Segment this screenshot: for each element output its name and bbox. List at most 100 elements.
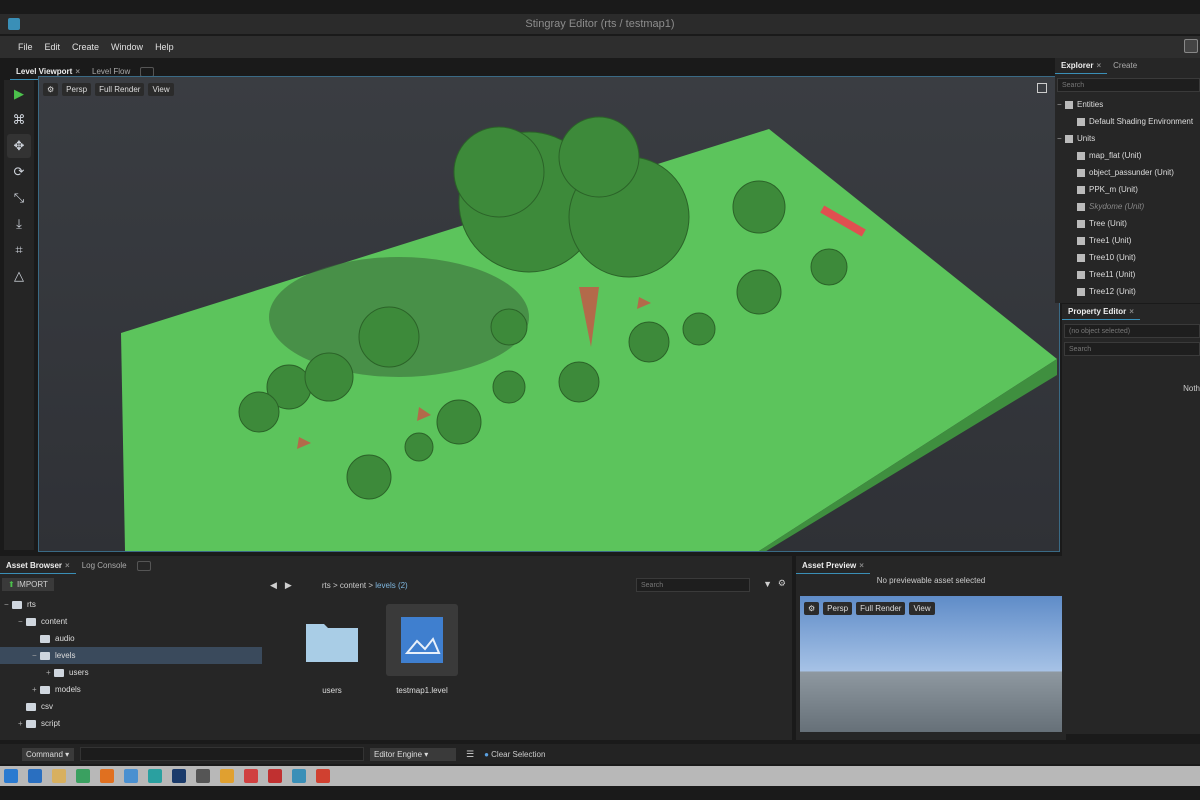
expand-toggle-icon[interactable]: + xyxy=(46,664,54,681)
folder-tree-item[interactable]: − rts xyxy=(0,596,262,613)
import-button[interactable]: ⬆ IMPORT xyxy=(2,578,54,591)
forward-arrow-icon[interactable]: ▶ xyxy=(285,580,292,591)
explorer-icon[interactable] xyxy=(52,769,66,783)
stingray-icon[interactable] xyxy=(292,769,306,783)
tree-unit[interactable]: PPK_m (Unit) xyxy=(1057,181,1200,198)
tree-unit[interactable]: Tree (Unit) xyxy=(1057,215,1200,232)
snap-tool-icon[interactable]: ⌗ xyxy=(7,238,31,262)
rotate-tool-icon[interactable]: ⟳ xyxy=(7,160,31,184)
preview-viewport[interactable]: ⚙ Persp Full Render View xyxy=(800,596,1062,732)
expand-toggle-icon[interactable]: + xyxy=(32,681,40,698)
gear-icon[interactable]: ⚙ xyxy=(804,602,820,615)
command-input[interactable] xyxy=(80,747,364,761)
property-search-input[interactable]: Search xyxy=(1064,342,1200,356)
filezilla-icon[interactable] xyxy=(268,769,282,783)
expand-toggle-icon[interactable]: + xyxy=(18,715,26,732)
command-dropdown[interactable]: Command ▾ xyxy=(22,747,74,761)
folder-tree-item[interactable]: + models xyxy=(0,681,262,698)
powerpoint-icon[interactable] xyxy=(316,769,330,783)
back-arrow-icon[interactable]: ◀ xyxy=(270,580,277,591)
full-render-button[interactable]: Full Render xyxy=(856,602,906,615)
list-icon[interactable]: ☰ xyxy=(466,749,474,760)
tree-entities[interactable]: − Entities xyxy=(1057,96,1200,113)
folder-tree-item[interactable]: csv xyxy=(0,698,262,715)
chrome-icon[interactable] xyxy=(220,769,234,783)
firefox-icon[interactable] xyxy=(100,769,114,783)
app-icon[interactable] xyxy=(148,769,162,783)
folder-icon xyxy=(40,634,50,643)
full-render-button[interactable]: Full Render xyxy=(95,83,145,96)
scale-tool-icon[interactable]: ⤡ xyxy=(7,186,31,210)
expand-toggle-icon[interactable]: − xyxy=(4,596,12,613)
view-button[interactable]: View xyxy=(148,83,174,96)
persp-button[interactable]: Persp xyxy=(823,602,853,615)
tree-units[interactable]: − Units xyxy=(1057,130,1200,147)
tree-unit[interactable]: Tree1 (Unit) xyxy=(1057,232,1200,249)
selected-object-field: (no object selected) xyxy=(1064,324,1200,338)
tab-create[interactable]: Create xyxy=(1107,58,1143,74)
folder-tree-item[interactable]: + script xyxy=(0,715,262,732)
expand-toggle-icon[interactable]: − xyxy=(32,647,40,664)
tab-property-editor[interactable]: Property Editor × xyxy=(1062,304,1140,320)
folder-tree-item[interactable]: + users xyxy=(0,664,262,681)
folder-tree-item[interactable]: audio xyxy=(0,630,262,647)
measure-tool-icon[interactable]: △ xyxy=(7,264,31,288)
gamepad-icon[interactable]: ⌘ xyxy=(7,108,31,132)
tree-unit[interactable]: Skydome (Unit) xyxy=(1057,198,1200,215)
photoshop-icon[interactable] xyxy=(172,769,186,783)
tree-unit[interactable]: Tree10 (Unit) xyxy=(1057,249,1200,266)
settings-gear-icon[interactable]: ⚙ xyxy=(778,578,786,589)
maximize-icon[interactable] xyxy=(1037,83,1047,93)
collapse-icon[interactable]: − xyxy=(1057,96,1065,113)
user-account-icon[interactable] xyxy=(1184,39,1198,53)
folder-tree-item[interactable]: − levels xyxy=(0,647,262,664)
engine-dropdown[interactable]: Editor Engine ▾ xyxy=(370,747,456,761)
menu-create[interactable]: Create xyxy=(66,36,105,58)
menu-file[interactable]: File xyxy=(12,36,39,58)
tree-unit[interactable]: Tree12 (Unit) xyxy=(1057,283,1200,300)
tree-entity[interactable]: Default Shading Environment xyxy=(1057,113,1200,130)
asset-item-users[interactable]: users xyxy=(296,604,368,695)
tab-asset-browser[interactable]: Asset Browser × xyxy=(0,558,76,574)
folder-tree-item[interactable]: − content xyxy=(0,613,262,630)
excel-icon[interactable] xyxy=(76,769,90,783)
expand-toggle-icon[interactable]: − xyxy=(18,613,26,630)
level-viewport[interactable]: ⚙ Persp Full Render View xyxy=(38,76,1060,552)
tree-unit[interactable]: Tree11 (Unit) xyxy=(1057,266,1200,283)
close-icon[interactable]: × xyxy=(1096,61,1101,70)
tab-asset-preview[interactable]: Asset Preview × xyxy=(796,558,870,574)
tree-unit[interactable]: object_passunder (Unit) xyxy=(1057,164,1200,181)
collapse-icon[interactable]: − xyxy=(1057,130,1065,147)
filter-icon[interactable]: ▼ xyxy=(763,579,772,589)
tab-explorer[interactable]: Explorer × xyxy=(1055,58,1108,74)
gear-icon[interactable]: ⚙ xyxy=(43,83,59,96)
play-icon[interactable]: ▶ xyxy=(7,82,31,106)
breadcrumb-item[interactable]: content xyxy=(340,581,366,590)
menu-window[interactable]: Window xyxy=(105,36,149,58)
tree-unit[interactable]: map_flat (Unit) xyxy=(1057,147,1200,164)
ie-icon[interactable] xyxy=(28,769,42,783)
menu-edit[interactable]: Edit xyxy=(39,36,67,58)
bush xyxy=(558,361,600,403)
close-icon[interactable]: × xyxy=(75,67,80,76)
close-icon[interactable]: × xyxy=(1129,307,1134,316)
menu-help[interactable]: Help xyxy=(149,36,180,58)
explorer-search-input[interactable]: Search xyxy=(1057,78,1200,92)
app-icon[interactable] xyxy=(196,769,210,783)
view-button[interactable]: View xyxy=(909,602,935,615)
asset-item-testmap1[interactable]: testmap1.level xyxy=(386,604,458,695)
tab-log-console[interactable]: Log Console xyxy=(76,558,133,574)
persp-button[interactable]: Persp xyxy=(62,83,92,96)
start-icon[interactable] xyxy=(4,769,18,783)
close-icon[interactable]: × xyxy=(65,561,70,570)
clear-selection-button[interactable]: ● Clear Selection xyxy=(484,750,545,759)
move-tool-icon[interactable]: ✥ xyxy=(7,134,31,158)
new-tab-button[interactable] xyxy=(136,561,151,571)
place-tool-icon[interactable]: ⤓ xyxy=(7,212,31,236)
property-editor-panel: Property Editor × (no object selected) Se… xyxy=(1062,304,1200,734)
asset-search-input[interactable]: Search xyxy=(636,578,750,592)
vivaldi-icon[interactable] xyxy=(244,769,258,783)
app-icon[interactable] xyxy=(124,769,138,783)
breadcrumb-item[interactable]: rts xyxy=(322,581,331,590)
close-icon[interactable]: × xyxy=(859,561,864,570)
